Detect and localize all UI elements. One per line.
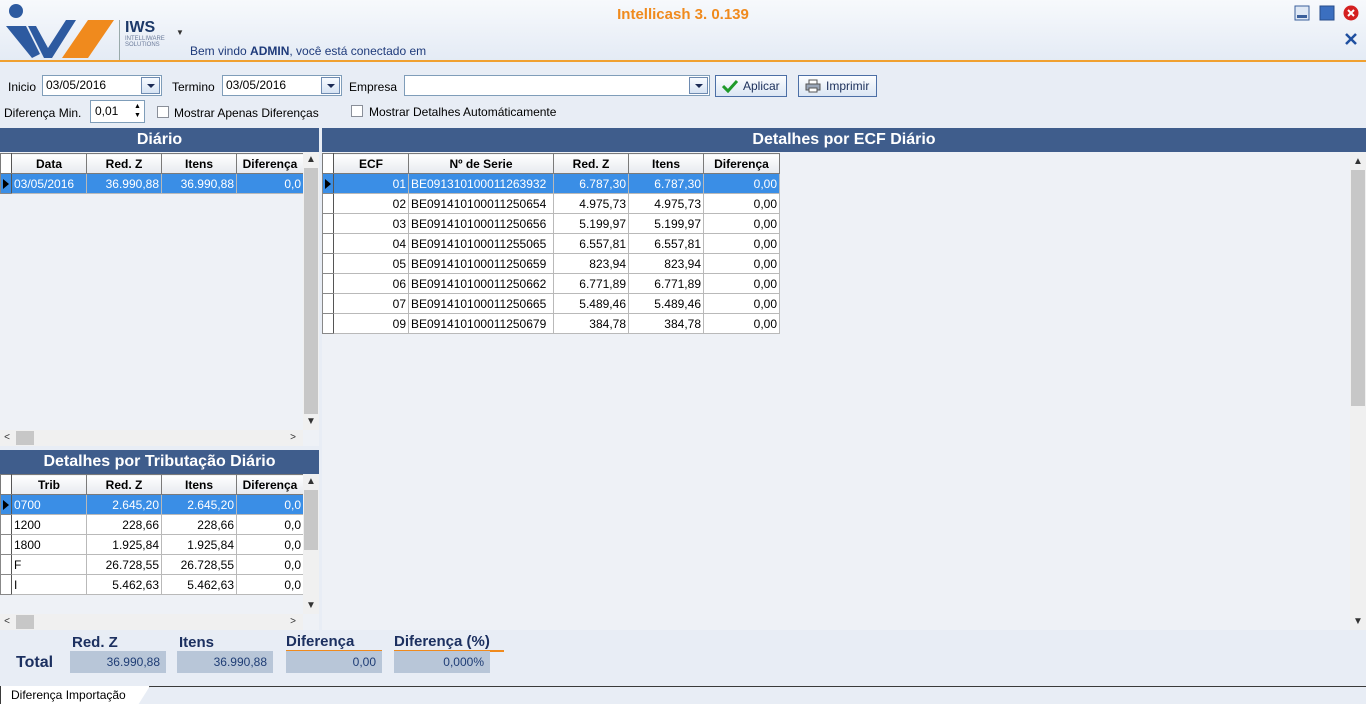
minimize-icon[interactable] (1294, 5, 1310, 21)
row-pointer-icon (325, 179, 331, 189)
diario-vscroll[interactable]: ▲ ▼ (303, 152, 319, 430)
col-itens[interactable]: Itens (161, 474, 237, 495)
ecf-grid: ECF Nº de Serie Red. Z Itens Diferença 0… (322, 152, 1366, 630)
total-label: Total (16, 654, 54, 671)
table-row[interactable]: F 26.728,55 26.728,55 0,0 (0, 554, 304, 575)
mostrar-detalhes-checkbox[interactable] (351, 105, 363, 117)
tab-bar: Diferença Importação (0, 686, 1366, 704)
table-row[interactable]: 04 BE091410100011255065 6.557,81 6.557,8… (322, 233, 780, 254)
scroll-down-icon[interactable]: ▼ (304, 416, 318, 427)
empresa-select[interactable] (404, 75, 710, 96)
col-redz[interactable]: Red. Z (86, 474, 162, 495)
scroll-right-icon[interactable]: > (286, 432, 300, 443)
tributacao-header: Detalhes por Tributação Diário (0, 450, 319, 474)
termino-label: Termino (172, 80, 215, 94)
table-row[interactable]: 03/05/2016 36.990,88 36.990,88 0,0 (0, 173, 304, 194)
scroll-left-icon[interactable]: < (0, 432, 14, 443)
termino-dropdown-button[interactable] (321, 77, 340, 94)
table-row[interactable]: I 5.462,63 5.462,63 0,0 (0, 574, 304, 595)
col-itens[interactable]: Itens (628, 153, 704, 174)
col-redz[interactable]: Red. Z (553, 153, 629, 174)
empresa-dropdown-button[interactable] (689, 77, 708, 94)
welcome-message: Bem vindo ADMIN, você está conectado em (190, 44, 427, 58)
stepper-arrows-icon[interactable]: ▲ ▼ (133, 102, 142, 121)
diario-header: Diário (0, 128, 319, 152)
table-row[interactable]: 07 BE091410100011250665 5.489,46 5.489,4… (322, 293, 780, 314)
close-tab-icon[interactable] (1344, 32, 1358, 46)
imprimir-button[interactable]: Imprimir (798, 75, 877, 97)
col-trib[interactable]: Trib (11, 474, 87, 495)
total-itens-value: 36.990,88 (177, 651, 273, 673)
scroll-up-icon[interactable]: ▲ (1351, 156, 1365, 167)
scroll-left-icon[interactable]: < (0, 616, 14, 627)
ecf-vscroll[interactable]: ▲ ▼ (1350, 152, 1366, 630)
table-row[interactable]: 03 BE091410100011250656 5.199,97 5.199,9… (322, 213, 780, 234)
col-diferenca[interactable]: Diferença (703, 153, 780, 174)
col-itens[interactable]: Itens (161, 153, 237, 174)
termino-date-field[interactable]: 03/05/2016 (222, 75, 342, 96)
row-pointer-icon (3, 179, 9, 189)
table-row[interactable]: 06 BE091410100011250662 6.771,89 6.771,8… (322, 273, 780, 294)
logo-wordmark: IWS INTELLIWARE SOLUTIONS (119, 20, 173, 60)
col-ecf[interactable]: ECF (333, 153, 409, 174)
col-serie[interactable]: Nº de Serie (408, 153, 554, 174)
maximize-icon[interactable] (1319, 5, 1335, 21)
mostrar-diferencas-label: Mostrar Apenas Diferenças (174, 106, 319, 120)
scroll-down-icon[interactable]: ▼ (304, 600, 318, 611)
table-row[interactable]: 02 BE091410100011250654 4.975,73 4.975,7… (322, 193, 780, 214)
logo-menu-arrow[interactable]: ▼ (176, 28, 184, 37)
inicio-date-field[interactable]: 03/05/2016 (42, 75, 162, 96)
table-row[interactable]: 01 BE091310100011263932 6.787,30 6.787,3… (322, 173, 780, 194)
col-diferenca[interactable]: Diferença (236, 474, 304, 495)
title-bar: IWS INTELLIWARE SOLUTIONS ▼ Intellicash … (0, 0, 1366, 62)
table-row[interactable]: 0700 2.645,20 2.645,20 0,0 (0, 494, 304, 515)
inicio-label: Inicio (8, 80, 37, 94)
scroll-down-icon[interactable]: ▼ (1351, 616, 1365, 627)
ecf-header: Detalhes por ECF Diário (322, 128, 1366, 152)
scroll-up-icon[interactable]: ▲ (304, 476, 318, 487)
printer-icon (805, 79, 821, 93)
tab-diferenca-importacao[interactable]: Diferença Importação (0, 686, 150, 704)
close-icon[interactable] (1343, 5, 1359, 21)
col-data[interactable]: Data (11, 153, 87, 174)
table-row[interactable]: 09 BE091410100011250679 384,78 384,78 0,… (322, 313, 780, 334)
col-diferenca[interactable]: Diferença (236, 153, 304, 174)
diario-hscroll[interactable]: < > (0, 430, 303, 446)
total-diferenca-pct-label: Diferença (%) (394, 633, 504, 652)
mostrar-diferencas-checkbox[interactable] (157, 106, 169, 118)
diario-grid: Data Red. Z Itens Diferença 03/05/2016 3… (0, 152, 319, 446)
tributacao-vscroll[interactable]: ▲ ▼ (303, 474, 319, 614)
tributacao-hscroll[interactable]: < > (0, 614, 303, 630)
diferenca-min-stepper[interactable]: 0,01 ▲ ▼ (90, 100, 145, 123)
diferenca-min-label: Diferença Min. (4, 106, 82, 120)
col-redz[interactable]: Red. Z (86, 153, 162, 174)
mostrar-detalhes-label: Mostrar Detalhes Automáticamente (369, 105, 557, 119)
table-row[interactable]: 1200 228,66 228,66 0,0 (0, 514, 304, 535)
table-row[interactable]: 1800 1.925,84 1.925,84 0,0 (0, 534, 304, 555)
checkmark-icon (722, 79, 738, 93)
row-pointer-icon (3, 500, 9, 510)
aplicar-button[interactable]: Aplicar (715, 75, 787, 97)
table-row[interactable]: 05 BE091410100011250659 823,94 823,94 0,… (322, 253, 780, 274)
total-diferenca-pct-value: 0,000% (394, 651, 490, 673)
empresa-label: Empresa (349, 80, 398, 94)
total-diferenca-label: Diferença (286, 633, 382, 652)
inicio-dropdown-button[interactable] (141, 77, 160, 94)
app-title: Intellicash 3. 0.139 (617, 6, 749, 23)
total-diferenca-value: 0,00 (286, 651, 382, 673)
total-redz-value: 36.990,88 (70, 651, 166, 673)
scroll-up-icon[interactable]: ▲ (304, 154, 318, 165)
tributacao-grid: Trib Red. Z Itens Diferença 0700 2.645,2… (0, 474, 319, 630)
scroll-right-icon[interactable]: > (286, 616, 300, 627)
